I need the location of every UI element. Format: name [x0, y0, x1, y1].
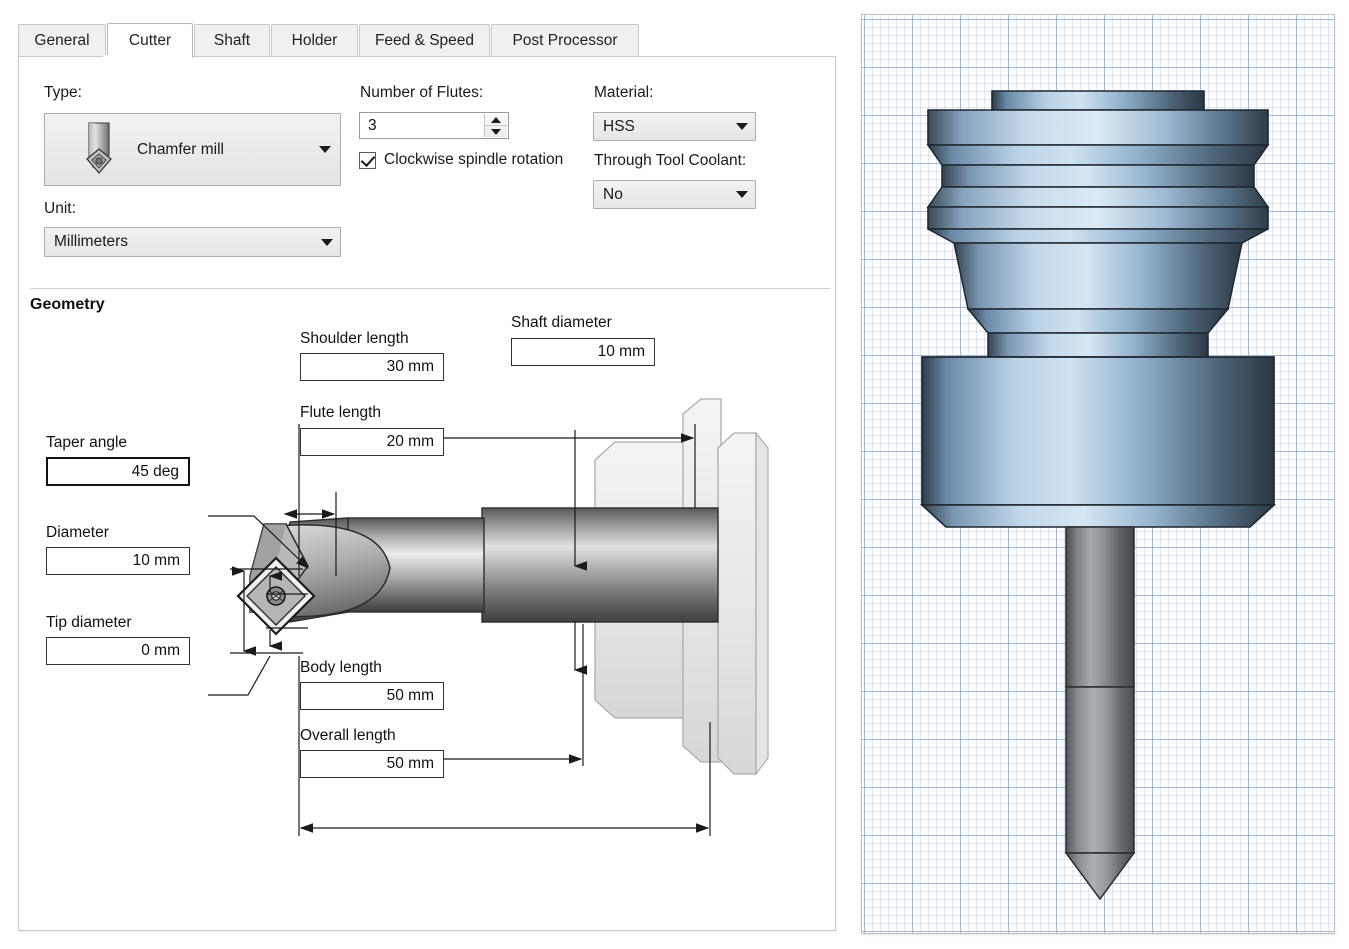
tab-feed-speed-label: Feed & Speed	[375, 32, 474, 50]
checkbox-check-icon	[359, 152, 376, 169]
unit-label: Unit:	[44, 200, 76, 218]
tool-editor-window: General Cutter Shaft Holder Feed & Speed…	[0, 0, 1349, 949]
tab-general[interactable]: General	[18, 24, 106, 57]
tab-general-label: General	[34, 32, 89, 50]
diameter-value: 10 mm	[133, 552, 180, 570]
stepper-up-icon[interactable]	[485, 114, 507, 126]
tab-post-processor[interactable]: Post Processor	[491, 24, 639, 57]
material-combobox[interactable]: HSS	[593, 112, 756, 141]
clockwise-spindle-checkbox[interactable]: Clockwise spindle rotation	[359, 151, 563, 169]
shoulder-length-label: Shoulder length	[300, 330, 409, 348]
flute-length-input[interactable]: 20 mm	[300, 428, 444, 456]
unit-value: Millimeters	[45, 233, 314, 251]
unit-combobox[interactable]: Millimeters	[44, 227, 341, 257]
chevron-down-icon	[314, 239, 340, 246]
tab-bar: General Cutter Shaft Holder Feed & Speed…	[18, 24, 838, 57]
tab-shaft-label: Shaft	[214, 32, 250, 50]
tab-holder-label: Holder	[292, 32, 338, 50]
material-label: Material:	[594, 84, 653, 102]
type-label: Type:	[44, 84, 82, 102]
tab-feed-speed[interactable]: Feed & Speed	[359, 24, 490, 57]
taper-angle-label: Taper angle	[46, 434, 127, 452]
body-length-input[interactable]: 50 mm	[300, 682, 444, 710]
shaft-diameter-label: Shaft diameter	[511, 314, 612, 332]
shaft-diameter-input[interactable]: 10 mm	[511, 338, 655, 366]
flutes-input[interactable]: 3	[359, 112, 509, 139]
cutter-settings-panel: General Cutter Shaft Holder Feed & Speed…	[0, 0, 852, 949]
coolant-value: No	[594, 186, 729, 204]
material-value: HSS	[594, 118, 729, 136]
tool-render	[862, 15, 1334, 933]
tab-post-processor-label: Post Processor	[512, 32, 617, 50]
tip-diameter-label: Tip diameter	[46, 614, 132, 632]
diameter-input[interactable]: 10 mm	[46, 547, 190, 575]
overall-length-value: 50 mm	[387, 755, 434, 773]
section-divider	[30, 288, 830, 289]
flutes-label: Number of Flutes:	[360, 84, 483, 102]
tip-diameter-value: 0 mm	[141, 642, 180, 660]
flute-length-label: Flute length	[300, 404, 381, 422]
chevron-down-icon	[729, 191, 755, 198]
tab-holder[interactable]: Holder	[271, 24, 358, 57]
shoulder-length-value: 30 mm	[387, 358, 434, 376]
overall-length-label: Overall length	[300, 727, 396, 745]
coolant-combobox[interactable]: No	[593, 180, 756, 209]
flutes-stepper[interactable]	[484, 114, 507, 137]
clockwise-spindle-label: Clockwise spindle rotation	[384, 151, 563, 169]
body-length-label: Body length	[300, 659, 382, 677]
taper-angle-input[interactable]: 45 deg	[46, 457, 190, 486]
tool-3d-preview[interactable]	[861, 14, 1335, 934]
diameter-label: Diameter	[46, 524, 109, 542]
chevron-down-icon	[729, 123, 755, 130]
shoulder-length-input[interactable]: 30 mm	[300, 353, 444, 381]
coolant-label: Through Tool Coolant:	[594, 152, 746, 170]
geometry-section-title: Geometry	[30, 296, 105, 314]
flute-length-value: 20 mm	[387, 433, 434, 451]
chamfer-mill-icon	[69, 119, 129, 181]
active-tab-notch	[103, 55, 187, 58]
cutter-type-combobox[interactable]: Chamfer mill	[44, 113, 341, 186]
stepper-down-icon[interactable]	[485, 126, 507, 137]
overall-length-input[interactable]: 50 mm	[300, 750, 444, 778]
tab-cutter-label: Cutter	[129, 32, 171, 50]
flutes-value: 3	[368, 117, 377, 135]
taper-angle-value: 45 deg	[132, 463, 179, 481]
cutter-type-value: Chamfer mill	[137, 141, 310, 159]
body-length-value: 50 mm	[387, 687, 434, 705]
tab-shaft[interactable]: Shaft	[194, 24, 270, 57]
shaft-diameter-value: 10 mm	[598, 343, 645, 361]
chevron-down-icon	[310, 146, 340, 153]
tab-cutter[interactable]: Cutter	[107, 23, 193, 58]
tip-diameter-input[interactable]: 0 mm	[46, 637, 190, 665]
